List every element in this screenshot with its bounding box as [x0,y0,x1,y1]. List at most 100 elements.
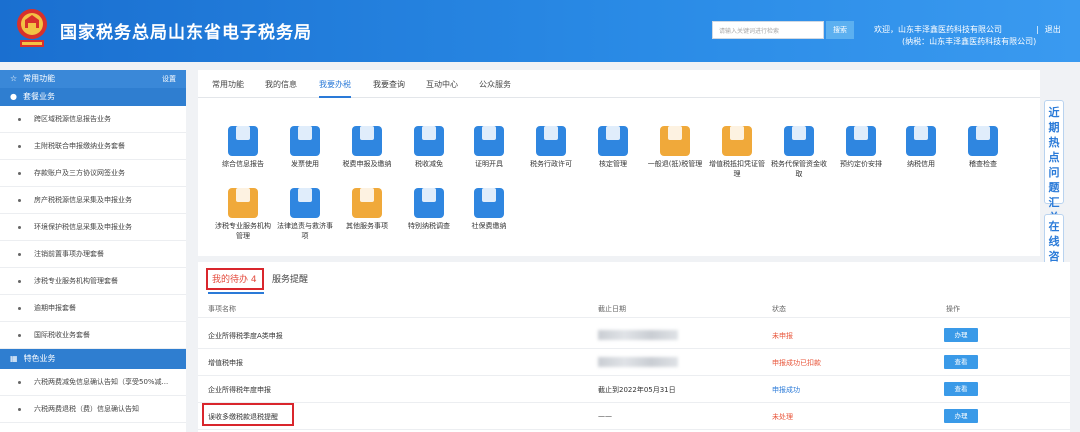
task-table-header: 事项名称 截止日期 状态 操作 [198,300,1070,318]
task-status: 申报成功 [772,386,800,394]
service-item[interactable]: 涉税专业服务机构管理 [214,180,272,241]
highlight-box [202,403,294,426]
task-action-button[interactable]: 查看 [944,382,978,396]
sidebar-special-label: 特色业务 [23,354,56,363]
sidebar-item[interactable]: 涉税专业服务机构管理套餐 [0,268,186,295]
col-status: 状态 [772,305,786,313]
sidebar-settings-link[interactable]: 设置 [162,70,176,88]
fund-icon [784,126,814,156]
tab-query[interactable]: 我要查询 [373,79,405,90]
tab-handle-tax[interactable]: 我要办税 [319,79,351,98]
icon-glyph [914,126,928,140]
service-item[interactable]: 预约定价安排 [832,118,890,169]
tab-common[interactable]: 常用功能 [212,79,244,90]
tab-public-service[interactable]: 公众服务 [479,79,511,90]
icon-glyph [976,126,990,140]
service-item[interactable]: 特别纳税调查 [400,180,458,231]
task-action-button[interactable]: 办理 [944,328,978,342]
service-item[interactable]: 核定管理 [584,118,642,169]
folder-icon [598,126,628,156]
service-item[interactable]: 稽查检查 [954,118,1012,169]
sidebar-common-label: 常用功能 [23,74,56,83]
sidebar-special-header[interactable]: ▦ 特色业务 [0,349,186,369]
task-name: 企业所得税年度申报 [208,386,271,394]
sidebar-item[interactable]: 跨区域税源信息报告业务 [0,106,186,133]
service-item[interactable]: 其他服务事项 [338,180,396,231]
tab-reminder[interactable]: 服务提醒 [272,272,308,285]
sidebar-item[interactable]: 环境保护税信息采集及申报业务 [0,214,186,241]
permit-icon [536,126,566,156]
stack-icon [352,126,382,156]
welcome-sub: (纳税：山东丰泽鑫医药科技有限公司) [902,37,1037,46]
invoice-icon [290,126,320,156]
service-item[interactable]: 税收减免 [400,118,458,169]
task-panel: 我的待办 4 服务提醒 事项名称 截止日期 状态 操作 企业所得税季度A类申报未… [198,262,1070,432]
service-item[interactable]: 发票使用 [276,118,334,169]
hands-icon [474,188,504,218]
blurred-deadline [598,330,678,340]
logout-area: | 退出 [1036,24,1061,35]
icon-glyph [360,188,374,202]
search-button[interactable]: 搜索 [826,21,854,39]
sidebar-item[interactable]: 存款账户及三方协议网签业务 [0,160,186,187]
service-item[interactable]: 税务代保管资金收取 [770,118,828,179]
logout-link[interactable]: 退出 [1045,25,1061,34]
sidebar-item[interactable]: 房产税税源信息采集及申报业务 [0,187,186,214]
sidebar-package-label: 套餐业务 [22,92,55,101]
service-item[interactable]: 税务行政许可 [522,118,580,169]
service-label: 核定管理 [599,160,627,168]
tab-underline [208,292,264,294]
service-label: 税务行政许可 [530,160,572,168]
ledger-icon [722,126,752,156]
globe-icon [228,188,258,218]
service-label: 发票使用 [291,160,319,168]
col-deadline: 截止日期 [598,305,626,313]
task-status: 未申报 [772,332,793,340]
service-label: 特别纳税调查 [408,222,450,230]
icon-glyph [482,126,496,140]
service-item[interactable]: 证明开具 [460,118,518,169]
icon-glyph [668,126,682,140]
sidebar-item[interactable]: 注销前置事项办理套餐 [0,241,186,268]
task-deadline: —— [598,412,612,420]
tab-interaction[interactable]: 互动中心 [426,79,458,90]
sidebar-special-item[interactable]: 六税两费退税（费）信息确认告知 [0,396,186,423]
sidebar-common-header[interactable]: ☆ 常用功能 设置 [0,70,186,88]
yen-ticket-icon [414,126,444,156]
service-item[interactable]: 增值税抵扣凭证管理 [708,118,766,179]
sidebar-item[interactable]: 逾期申报套餐 [0,295,186,322]
icon-glyph [236,188,250,202]
faq-float-button[interactable]: 近期热点问题汇总 [1044,100,1064,224]
icon-glyph [482,188,496,202]
service-item[interactable]: 纳税信用 [892,118,950,169]
service-item[interactable]: 综合信息报告 [214,118,272,169]
sidebar-special-item[interactable]: 六税两费减免信息确认告知（享受50%减... [0,369,186,396]
task-action-button[interactable]: 查看 [944,355,978,369]
service-item[interactable]: 法律追责与救济事项 [276,180,334,241]
col-action: 操作 [946,305,960,313]
icon-glyph [298,188,312,202]
search-input[interactable]: 请输入关键词进行检索 [712,21,824,39]
service-item[interactable]: 一般退(抵)税管理 [646,118,704,169]
inspect-icon [968,126,998,156]
gavel-icon [290,188,320,218]
tab-my-info[interactable]: 我的信息 [265,79,297,90]
sidebar-item[interactable]: 主附税联合申报缴纳业务套餐 [0,133,186,160]
package-icon: ● [10,92,17,101]
service-item[interactable]: 社保费缴纳 [460,180,518,231]
tax-emblem-icon [17,9,47,47]
service-label: 稽查检查 [969,160,997,168]
thumb-icon [906,126,936,156]
sidebar: ☆ 常用功能 设置 ● 套餐业务 跨区域税源信息报告业务 主附税联合申报缴纳业务套餐… [0,70,186,432]
task-action-button[interactable]: 办理 [944,409,978,423]
sidebar-item[interactable]: 国际税收业务套餐 [0,322,186,349]
service-panel: 常用功能 我的信息 我要办税 我要查询 互动中心 公众服务 综合信息报告 发票使用… [198,70,1040,256]
col-name: 事项名称 [208,305,236,313]
sidebar-package-header[interactable]: ● 套餐业务 [0,88,186,106]
service-label: 纳税信用 [907,160,935,168]
service-item[interactable]: 税费申报及缴纳 [338,118,396,169]
service-label: 其他服务事项 [346,222,388,230]
icon-glyph [236,126,250,140]
table-row: 企业所得税年度申报 截止到2022年05月31日 申报成功 查看 [198,376,1070,403]
handshake-icon [660,126,690,156]
